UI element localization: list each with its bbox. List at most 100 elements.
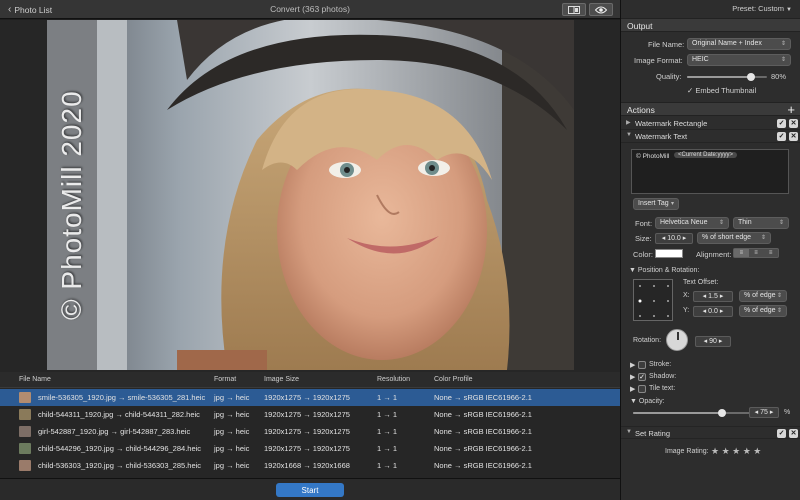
settings-panel: Preset: Custom ▼ Output File Name: Origi…	[620, 0, 800, 500]
watermark-text-prefix: © PhotoMill	[636, 153, 670, 160]
image-format-popup[interactable]: HEIC ⇕	[687, 54, 791, 66]
preset-selector[interactable]: Preset: Custom ▼	[732, 4, 792, 13]
action-watermark-rectangle[interactable]: ▶ Watermark Rectangle ✓ ✕	[621, 117, 800, 130]
disclosure-right-icon[interactable]: ▶	[630, 373, 635, 381]
rating-stars[interactable]: ★ ★ ★ ★ ★	[711, 446, 761, 457]
file-name-popup[interactable]: Original Name + Index ⇕	[687, 38, 791, 50]
stepper-right-icon: ▸	[719, 293, 724, 300]
row-resolution: 1 → 1	[377, 410, 398, 419]
chevron-down-icon: ▼	[786, 7, 792, 13]
opacity-slider-knob[interactable]	[717, 409, 726, 417]
row-format: jpg → heic	[214, 427, 250, 436]
position-rotation-label: Position & Rotation:	[637, 267, 700, 274]
preview-photo	[47, 20, 574, 370]
watermark-text-editor[interactable]: © PhotoMill <Current Date:yyyy>	[631, 149, 789, 194]
row-format: jpg → heic	[214, 410, 250, 419]
offset-y-unit-popup[interactable]: % of edge ⇕	[739, 305, 787, 317]
start-button[interactable]: Start	[276, 483, 344, 497]
action-label: Watermark Text	[635, 132, 688, 141]
chevron-updown-icon: ⇕	[760, 235, 766, 241]
chevron-updown-icon: ⇕	[778, 220, 784, 226]
output-header: Output	[627, 21, 653, 31]
table-row[interactable]: child-544296_1920.jpg → child-544296_284…	[0, 440, 620, 457]
checkmark-icon[interactable]: ✓	[777, 119, 786, 128]
quality-slider-knob[interactable]	[747, 73, 755, 81]
x-label: X:	[683, 292, 690, 299]
insert-tag-popup[interactable]: Insert Tag ▾	[633, 198, 679, 210]
align-left-icon[interactable]: ≡	[734, 249, 749, 257]
opacity-slider[interactable]	[633, 409, 751, 417]
disclosure-down-icon: ▼	[626, 429, 632, 435]
checkmark-icon[interactable]: ✓	[777, 429, 786, 438]
table-row[interactable]: child-544311_1920.jpg → child-544311_282…	[0, 406, 620, 423]
offset-x-unit-popup[interactable]: % of edge ⇕	[739, 290, 787, 302]
eye-icon	[595, 6, 607, 13]
offset-x-value: 1.5	[708, 293, 718, 300]
stroke-label: Stroke:	[649, 361, 672, 368]
chevron-updown-icon: ⇕	[718, 220, 724, 226]
file-thumbnail	[19, 392, 31, 403]
size-unit-value: % of short edge	[702, 234, 752, 241]
preview-toggle-button[interactable]	[589, 3, 613, 16]
size-unit-popup[interactable]: % of short edge ⇕	[697, 232, 771, 244]
close-icon[interactable]: ✕	[789, 429, 798, 438]
window-title: Convert (363 photos)	[270, 4, 350, 14]
row-resolution: 1 → 1	[377, 444, 398, 453]
table-row[interactable]: smile-536305_1920.jpg → smile-536305_281…	[0, 389, 620, 406]
font-weight-value: Thin	[738, 219, 752, 226]
opacity-header[interactable]: ▼ Opacity:	[630, 398, 665, 405]
column-image-size[interactable]: Image Size	[264, 376, 299, 383]
offset-y-stepper[interactable]: ◂ 0.0 ▸	[693, 306, 733, 317]
stroke-checkbox[interactable]	[638, 361, 646, 369]
disclosure-down-icon: ▼	[629, 267, 636, 274]
offset-x-stepper[interactable]: ◂ 1.5 ▸	[693, 291, 733, 302]
column-file-name[interactable]: File Name	[19, 376, 51, 383]
size-stepper[interactable]: ◂ 10.0 ▸	[655, 233, 693, 244]
watermark-overlay-text: © PhotoMill 2020	[56, 90, 87, 320]
disclosure-right-icon: ▶	[626, 120, 631, 126]
tile-text-checkbox[interactable]	[638, 385, 646, 393]
column-resolution[interactable]: Resolution	[377, 376, 410, 383]
rotation-dial[interactable]	[666, 329, 688, 351]
anchor-grid[interactable]	[633, 279, 673, 321]
embed-thumbnail-checkbox[interactable]: ✓ Embed Thumbnail	[687, 86, 756, 95]
insert-tag-label: Insert Tag	[638, 200, 669, 207]
file-name-label: File Name:	[648, 40, 685, 49]
compare-button[interactable]	[562, 3, 586, 16]
file-name-value: Original Name + Index	[692, 40, 762, 47]
action-set-rating[interactable]: ▼ Set Rating ✓ ✕	[621, 426, 800, 439]
disclosure-right-icon[interactable]: ▶	[630, 361, 635, 369]
close-icon[interactable]: ✕	[789, 132, 798, 141]
align-center-icon[interactable]: ≡	[749, 249, 764, 257]
opacity-stepper[interactable]: ◂ 75 ▸	[749, 407, 779, 418]
check-icon: ✓	[687, 86, 694, 95]
row-file-name: girl-542887_1920.jpg → girl-542887_283.h…	[38, 427, 191, 436]
font-weight-popup[interactable]: Thin ⇕	[733, 217, 789, 229]
plus-icon[interactable]: +	[787, 102, 795, 117]
checkmark-icon[interactable]: ✓	[777, 132, 786, 141]
file-thumbnail	[19, 460, 31, 471]
date-token[interactable]: <Current Date:yyyy>	[674, 152, 738, 158]
action-watermark-text[interactable]: ▼ Watermark Text ✓ ✕	[621, 130, 800, 143]
table-row[interactable]: child-536303_1920.jpg → child-536303_285…	[0, 457, 620, 474]
rotation-stepper[interactable]: ◂ 90 ▸	[695, 336, 731, 347]
offset-y-unit: % of edge	[744, 307, 776, 314]
close-icon[interactable]: ✕	[789, 119, 798, 128]
disclosure-right-icon[interactable]: ▶	[630, 385, 635, 393]
column-color-profile[interactable]: Color Profile	[434, 376, 473, 383]
tile-text-label: Tile text:	[649, 385, 676, 392]
stepper-left-icon: ◂	[703, 338, 708, 345]
position-rotation-header[interactable]: ▼ Position & Rotation:	[629, 267, 699, 274]
shadow-checkbox[interactable]: ✓	[638, 373, 646, 381]
align-right-icon[interactable]: ≡	[763, 249, 778, 257]
column-format[interactable]: Format	[214, 376, 236, 383]
font-popup[interactable]: Helvetica Neue ⇕	[655, 217, 729, 229]
opacity-slider-fill	[633, 412, 722, 414]
stepper-right-icon: ▸	[718, 338, 723, 345]
color-well[interactable]	[655, 249, 683, 258]
row-size: 1920x1668 → 1920x1668	[264, 461, 350, 470]
table-row[interactable]: girl-542887_1920.jpg → girl-542887_283.h…	[0, 423, 620, 440]
quality-slider[interactable]	[687, 73, 767, 81]
image-format-value: HEIC	[692, 56, 709, 63]
alignment-segmented-control[interactable]: ≡ ≡ ≡	[733, 248, 779, 258]
